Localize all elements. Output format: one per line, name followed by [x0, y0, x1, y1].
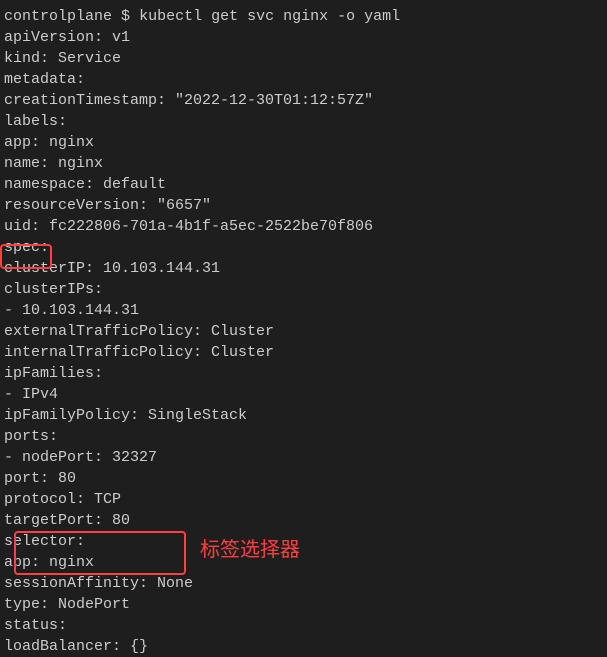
yaml-port: port: 80: [4, 468, 603, 489]
yaml-namespace: namespace: default: [4, 174, 603, 195]
yaml-label-app: app: nginx: [4, 132, 603, 153]
yaml-selector-app: app: nginx: [4, 552, 603, 573]
yaml-ip-families-item: - IPv4: [4, 384, 603, 405]
yaml-kind: kind: Service: [4, 48, 603, 69]
prompt-symbol: $: [121, 8, 130, 25]
yaml-node-port: - nodePort: 32327: [4, 447, 603, 468]
yaml-load-balancer: loadBalancer: {}: [4, 636, 603, 657]
yaml-internal-traffic-policy: internalTrafficPolicy: Cluster: [4, 342, 603, 363]
command-prompt-line: controlplane $ kubectl get svc nginx -o …: [4, 6, 603, 27]
yaml-apiversion: apiVersion: v1: [4, 27, 603, 48]
yaml-cluster-ips: clusterIPs:: [4, 279, 603, 300]
yaml-creation-timestamp: creationTimestamp: "2022-12-30T01:12:57Z…: [4, 90, 603, 111]
yaml-ip-family-policy: ipFamilyPolicy: SingleStack: [4, 405, 603, 426]
yaml-cluster-ip: clusterIP: 10.103.144.31: [4, 258, 603, 279]
yaml-spec: spec:: [4, 237, 603, 258]
command-text: kubectl get svc nginx -o yaml: [139, 8, 400, 25]
annotation-selector-label: 标签选择器: [200, 536, 300, 564]
yaml-external-traffic-policy: externalTrafficPolicy: Cluster: [4, 321, 603, 342]
yaml-status: status:: [4, 615, 603, 636]
yaml-uid: uid: fc222806-701a-4b1f-a5ec-2522be70f80…: [4, 216, 603, 237]
yaml-name: name: nginx: [4, 153, 603, 174]
yaml-resource-version: resourceVersion: "6657": [4, 195, 603, 216]
yaml-labels: labels:: [4, 111, 603, 132]
yaml-selector: selector:: [4, 531, 603, 552]
yaml-cluster-ips-item: - 10.103.144.31: [4, 300, 603, 321]
yaml-session-affinity: sessionAffinity: None: [4, 573, 603, 594]
yaml-protocol: protocol: TCP: [4, 489, 603, 510]
yaml-ip-families: ipFamilies:: [4, 363, 603, 384]
prompt-path: controlplane: [4, 8, 112, 25]
yaml-type: type: NodePort: [4, 594, 603, 615]
yaml-ports: ports:: [4, 426, 603, 447]
yaml-target-port: targetPort: 80: [4, 510, 603, 531]
yaml-metadata: metadata:: [4, 69, 603, 90]
